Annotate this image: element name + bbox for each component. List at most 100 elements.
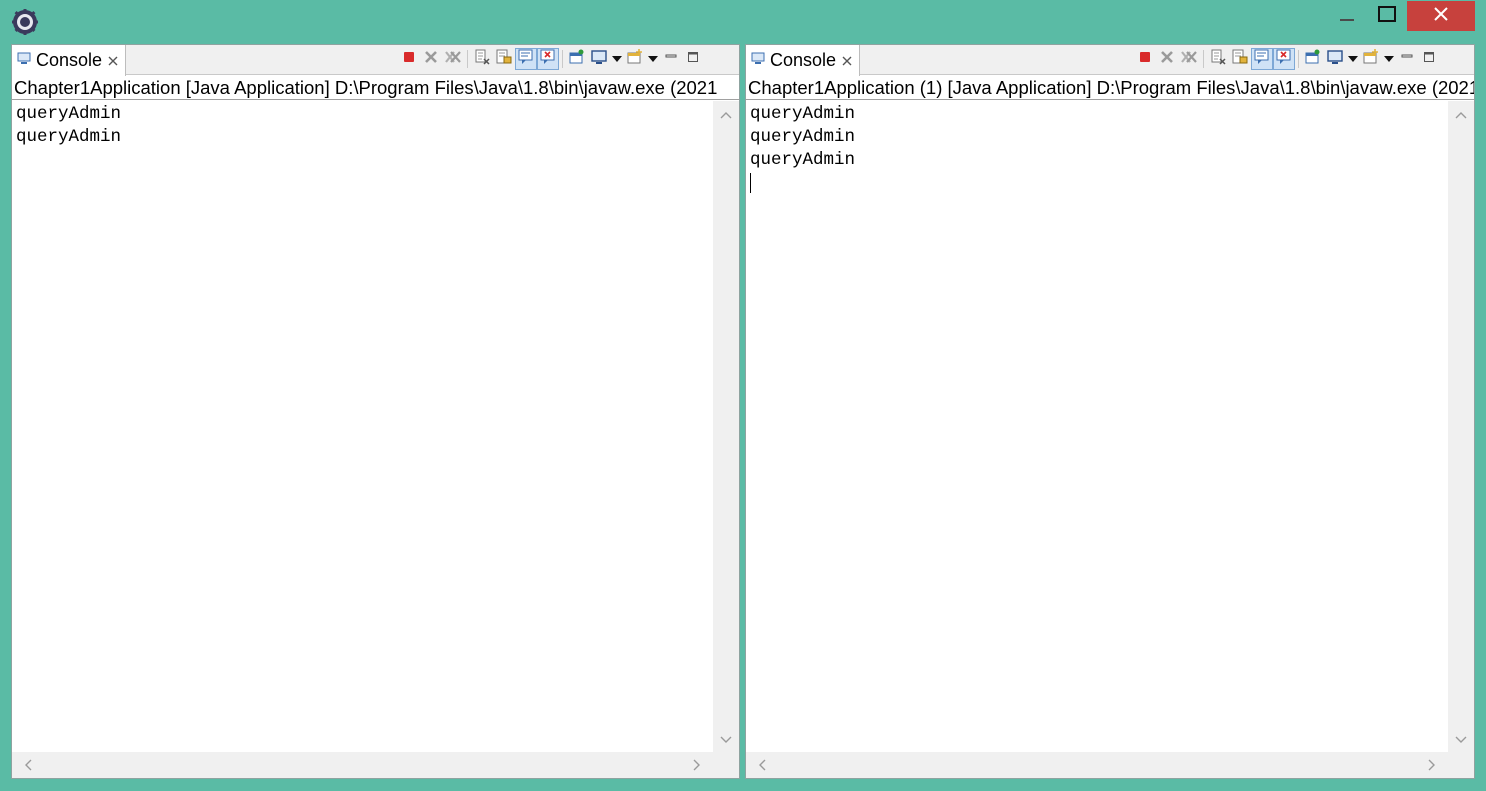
tab-console[interactable]: Console <box>746 45 861 76</box>
display-console-button[interactable] <box>1324 48 1346 70</box>
pin-console-button[interactable] <box>1302 48 1324 70</box>
scroll-left-icon[interactable] <box>752 755 772 775</box>
maximize-icon <box>1378 5 1396 27</box>
title-bar <box>0 0 1486 44</box>
console-output[interactable]: queryAdmin queryAdmin <box>12 101 739 778</box>
show-on-stdout-icon <box>518 49 534 70</box>
console-line: queryAdmin <box>16 104 122 124</box>
console-text[interactable]: queryAdmin queryAdmin <box>16 103 121 149</box>
view-tab-bar: Console <box>12 45 739 76</box>
chevron-down-icon <box>612 50 622 68</box>
clear-console-icon <box>1210 49 1226 70</box>
scroll-lock-icon <box>496 49 512 70</box>
scroll-up-icon[interactable] <box>1448 105 1474 125</box>
scroll-down-icon[interactable] <box>713 730 739 750</box>
minimize-view-icon <box>665 50 677 68</box>
show-on-stdout-button[interactable] <box>515 48 537 70</box>
terminate-button[interactable] <box>1134 48 1156 70</box>
tab-label: Console <box>36 50 103 70</box>
terminate-button[interactable] <box>398 48 420 70</box>
pin-console-icon <box>569 49 585 70</box>
toolbar-separator <box>562 50 563 68</box>
display-console-button[interactable] <box>588 48 610 70</box>
minimize-icon <box>1339 6 1355 27</box>
remove-launch-icon <box>424 50 438 69</box>
show-on-stderr-button[interactable] <box>537 48 559 70</box>
console-line: queryAdmin <box>750 104 856 124</box>
console-icon <box>17 51 31 70</box>
scroll-right-icon[interactable] <box>687 755 707 775</box>
toolbar-separator <box>467 50 468 68</box>
maximize-view-icon <box>687 50 699 68</box>
maximize-view-icon <box>1423 50 1435 68</box>
show-on-stderr-button[interactable] <box>1273 48 1295 70</box>
process-description: Chapter1Application (1) [Java Applicatio… <box>746 76 1474 100</box>
horizontal-scrollbar[interactable] <box>746 752 1474 778</box>
open-console-dropdown[interactable] <box>1382 48 1396 70</box>
chevron-down-icon <box>1384 50 1394 68</box>
clear-console-button[interactable] <box>1207 48 1229 70</box>
scroll-right-icon[interactable] <box>1422 755 1442 775</box>
console-line: queryAdmin <box>750 150 856 170</box>
console-view-right: Console Chapter1Application (1) [Java Ap… <box>745 44 1475 779</box>
minimize-view-button[interactable] <box>1396 48 1418 70</box>
pin-console-button[interactable] <box>566 48 588 70</box>
display-console-icon <box>1327 49 1343 70</box>
minimize-view-icon <box>1401 50 1413 68</box>
scroll-up-icon[interactable] <box>713 105 739 125</box>
view-toolbar <box>398 48 704 70</box>
display-console-dropdown[interactable] <box>610 48 624 70</box>
open-console-icon <box>1363 48 1379 70</box>
show-on-stdout-icon <box>1254 49 1270 70</box>
show-on-stdout-button[interactable] <box>1251 48 1273 70</box>
vertical-scrollbar[interactable] <box>713 101 739 752</box>
maximize-view-button[interactable] <box>1418 48 1440 70</box>
close-icon <box>1433 6 1449 27</box>
scroll-lock-button[interactable] <box>1229 48 1251 70</box>
open-console-icon <box>627 48 643 70</box>
scroll-lock-icon <box>1232 49 1248 70</box>
close-button[interactable] <box>1407 1 1475 31</box>
tab-label: Console <box>770 50 837 70</box>
toolbar-separator <box>1203 50 1204 68</box>
maximize-button[interactable] <box>1370 1 1404 31</box>
tab-close-icon[interactable] <box>107 55 119 67</box>
minimize-button[interactable] <box>1330 1 1364 31</box>
open-console-button[interactable] <box>1360 48 1382 70</box>
open-console-button[interactable] <box>624 48 646 70</box>
remove-launch-button[interactable] <box>420 48 442 70</box>
remove-all-launches-button[interactable] <box>442 48 464 70</box>
show-on-stderr-icon <box>540 49 556 70</box>
horizontal-scrollbar[interactable] <box>12 752 739 778</box>
vertical-scrollbar[interactable] <box>1448 101 1474 752</box>
console-view-left: Console Chapter1Application [Java Applic… <box>11 44 740 779</box>
toolbar-separator <box>1298 50 1299 68</box>
scroll-left-icon[interactable] <box>18 755 38 775</box>
show-on-stderr-icon <box>1276 49 1292 70</box>
maximize-view-button[interactable] <box>682 48 704 70</box>
eclipse-icon[interactable] <box>12 9 38 35</box>
terminate-icon <box>1139 50 1151 68</box>
remove-all-launches-button[interactable] <box>1178 48 1200 70</box>
console-text[interactable]: queryAdmin queryAdmin queryAdmin <box>750 103 855 172</box>
remove-launch-button[interactable] <box>1156 48 1178 70</box>
remove-all-launches-icon <box>445 50 461 69</box>
display-console-dropdown[interactable] <box>1346 48 1360 70</box>
chevron-down-icon <box>648 50 658 68</box>
tab-close-icon[interactable] <box>841 55 853 67</box>
minimize-view-button[interactable] <box>660 48 682 70</box>
remove-launch-icon <box>1160 50 1174 69</box>
chevron-down-icon <box>1348 50 1358 68</box>
console-output[interactable]: queryAdmin queryAdmin queryAdmin <box>746 101 1474 778</box>
open-console-dropdown[interactable] <box>646 48 660 70</box>
text-caret <box>750 173 751 193</box>
clear-console-button[interactable] <box>471 48 493 70</box>
tab-console[interactable]: Console <box>12 45 127 76</box>
scroll-lock-button[interactable] <box>493 48 515 70</box>
console-line: queryAdmin <box>16 127 122 147</box>
console-line: queryAdmin <box>750 127 856 147</box>
console-icon <box>751 51 765 70</box>
scroll-down-icon[interactable] <box>1448 730 1474 750</box>
terminate-icon <box>403 50 415 68</box>
pin-console-icon <box>1305 49 1321 70</box>
